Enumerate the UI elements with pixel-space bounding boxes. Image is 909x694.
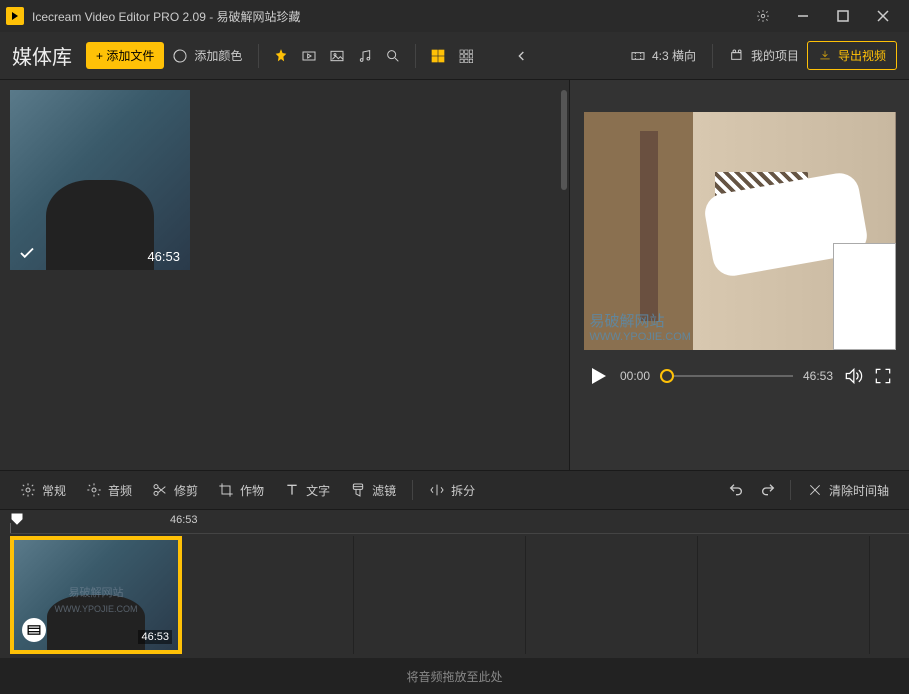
- edit-toolbar: 常规 音频 修剪 作物 文字 滤镜 拆分 清除时间轴: [0, 470, 909, 510]
- audio-track[interactable]: 将音频拖放至此处: [0, 658, 909, 694]
- crop-button[interactable]: 作物: [210, 478, 272, 503]
- audio-button[interactable]: 音频: [78, 478, 140, 503]
- export-video-button[interactable]: 导出视频: [807, 41, 897, 70]
- current-time: 00:00: [620, 369, 650, 383]
- redo-button[interactable]: [754, 476, 782, 504]
- seek-knob[interactable]: [660, 369, 674, 383]
- media-thumbnail: [10, 90, 190, 270]
- trim-button[interactable]: 修剪: [144, 478, 206, 503]
- time-ruler[interactable]: 46:53: [0, 510, 909, 534]
- separator: [412, 480, 413, 500]
- play-button[interactable]: [586, 364, 610, 388]
- close-button[interactable]: [863, 0, 903, 32]
- filter-button[interactable]: 滤镜: [342, 478, 404, 503]
- separator: [790, 480, 791, 500]
- video-track[interactable]: 易破解网站 WWW.YPOJIE.COM 46:53: [0, 534, 909, 658]
- search-icon[interactable]: [379, 42, 407, 70]
- view-large-grid-icon[interactable]: [424, 42, 452, 70]
- aspect-ratio-button[interactable]: 4:3 横向: [622, 43, 704, 68]
- seek-bar[interactable]: [660, 375, 793, 377]
- timeline-slot[interactable]: [698, 536, 870, 654]
- export-video-label: 导出视频: [838, 47, 886, 64]
- clear-timeline-button[interactable]: 清除时间轴: [799, 478, 897, 503]
- filter-star-icon[interactable]: [267, 42, 295, 70]
- clip-duration: 46:53: [138, 630, 172, 644]
- separator: [258, 44, 259, 68]
- separator: [415, 44, 416, 68]
- preview-video[interactable]: 易破解网站 WWW.YPOJIE.COM: [584, 112, 896, 350]
- check-icon: [18, 244, 36, 262]
- my-projects-button[interactable]: 我的项目: [721, 43, 807, 68]
- timeline-slot[interactable]: [526, 536, 698, 654]
- undo-button[interactable]: [722, 476, 750, 504]
- media-library-panel: 易破解网站 WWW.YPOJIE.COM 46:53: [0, 80, 570, 470]
- fullscreen-icon[interactable]: [873, 366, 893, 386]
- app-title: Icecream Video Editor PRO 2.09 - 易破解网站珍藏: [32, 8, 743, 25]
- playhead-icon[interactable]: [10, 512, 24, 526]
- add-file-button[interactable]: + 添加文件: [86, 42, 164, 69]
- preview-watermark: 易破解网站 WWW.YPOJIE.COM: [590, 313, 691, 344]
- timeline: 46:53 易破解网站 WWW.YPOJIE.COM 46:53 将音频拖放至此…: [0, 510, 909, 694]
- timeline-slot[interactable]: [182, 536, 354, 654]
- clip-type-icon: [22, 618, 46, 642]
- collapse-icon[interactable]: [508, 42, 536, 70]
- total-time: 46:53: [803, 369, 833, 383]
- scrollbar[interactable]: [561, 90, 567, 190]
- timeline-slot[interactable]: [354, 536, 526, 654]
- app-icon: [6, 7, 24, 25]
- audio-placeholder: 将音频拖放至此处: [406, 668, 502, 685]
- settings-button[interactable]: [743, 0, 783, 32]
- preview-panel: 易破解网站 WWW.YPOJIE.COM 00:00 46:53: [570, 80, 909, 470]
- maximize-button[interactable]: [823, 0, 863, 32]
- volume-icon[interactable]: [843, 366, 863, 386]
- media-item[interactable]: 46:53: [10, 90, 190, 270]
- media-duration: 46:53: [143, 249, 184, 264]
- preview-controls: 00:00 46:53: [582, 350, 897, 406]
- general-button[interactable]: 常规: [12, 478, 74, 503]
- library-title: 媒体库: [12, 41, 72, 70]
- my-projects-label: 我的项目: [751, 47, 799, 64]
- filter-video-icon[interactable]: [295, 42, 323, 70]
- add-color-label: 添加颜色: [194, 47, 242, 64]
- aspect-ratio-label: 4:3 横向: [652, 47, 696, 64]
- titlebar: Icecream Video Editor PRO 2.09 - 易破解网站珍藏: [0, 0, 909, 32]
- minimize-button[interactable]: [783, 0, 823, 32]
- text-button[interactable]: 文字: [276, 478, 338, 503]
- ruler-marker: 46:53: [170, 514, 198, 526]
- timeline-clip[interactable]: 易破解网站 WWW.YPOJIE.COM 46:53: [10, 536, 182, 654]
- filter-image-icon[interactable]: [323, 42, 351, 70]
- main-toolbar: 媒体库 + 添加文件 添加颜色 4:3 横向 我的项目 导出视频: [0, 32, 909, 80]
- split-button[interactable]: 拆分: [421, 478, 483, 503]
- filter-audio-icon[interactable]: [351, 42, 379, 70]
- separator: [712, 44, 713, 68]
- add-color-button[interactable]: 添加颜色: [164, 43, 250, 68]
- view-small-grid-icon[interactable]: [452, 42, 480, 70]
